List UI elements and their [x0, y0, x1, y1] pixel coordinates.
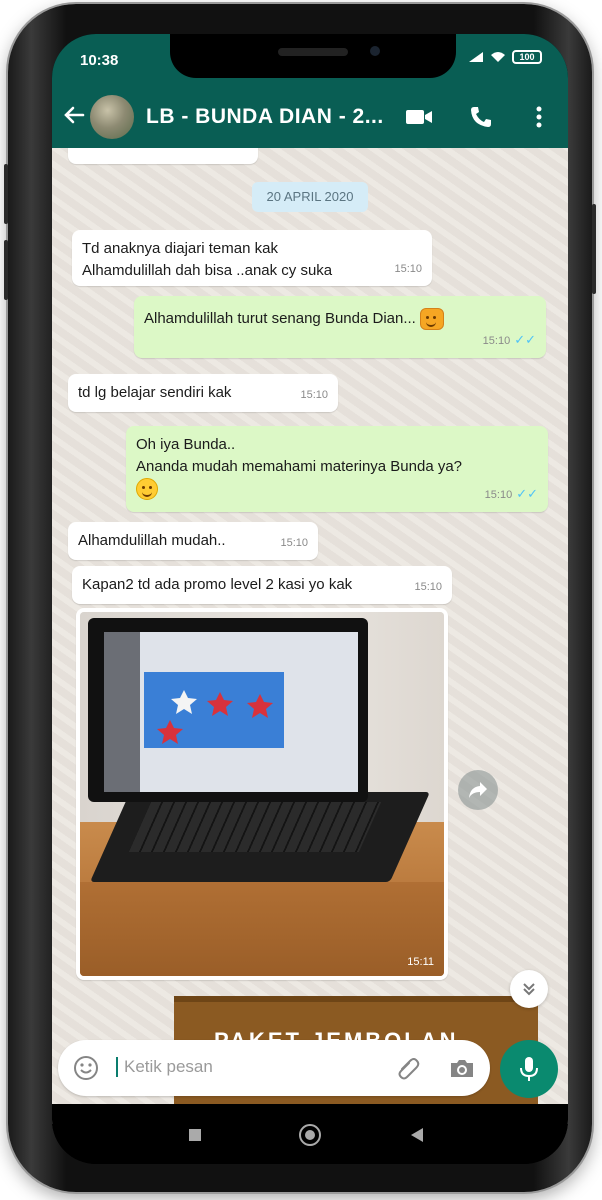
message-time: 15:10	[394, 263, 422, 275]
earpiece	[278, 48, 348, 56]
status-time: 10:38	[80, 52, 119, 69]
image-message[interactable]: 15:11	[76, 608, 448, 980]
laptop-display-panel	[144, 672, 284, 748]
double-check-icon: ✓✓	[516, 486, 538, 501]
message-text: Alhamdulillah mudah..	[78, 532, 226, 549]
message-text: Kapan2 td ada promo level 2 kasi yo kak	[82, 576, 353, 593]
photo-desk-edge	[80, 882, 444, 976]
message-text: Ananda mudah memahami materinya Bunda ya…	[136, 458, 463, 475]
forward-icon[interactable]	[458, 770, 498, 810]
phone-screen: 10:38 100 LB - BUNDA DIAN - 2... 20 APRI…	[52, 34, 568, 1164]
chevron-double-down-icon[interactable]	[510, 970, 548, 1008]
message-time: 15:10 ✓✓	[485, 483, 538, 506]
phone-frame: 10:38 100 LB - BUNDA DIAN - 2... 20 APRI…	[4, 4, 596, 1192]
message-input-container[interactable]: Ketik pesan	[58, 1040, 490, 1096]
wifi-icon	[491, 52, 505, 62]
front-camera	[370, 46, 380, 56]
signal-icon	[469, 52, 483, 62]
phone-call-icon[interactable]	[466, 102, 496, 132]
laptop-keyboard	[128, 802, 382, 852]
message-time: 15:10	[300, 389, 328, 401]
chat-title[interactable]: LB - BUNDA DIAN - 2...	[146, 105, 396, 129]
status-icons: 100	[468, 50, 542, 64]
date-chip: 20 APRIL 2020	[252, 182, 368, 212]
volume-down-button	[4, 240, 8, 300]
message-in[interactable]: td lg belajar sendiri kak 15:10	[68, 374, 338, 412]
message-in[interactable]: Td anaknya diajari teman kak Alhamdulill…	[72, 230, 432, 286]
laptop-display-sidebar	[104, 632, 140, 792]
grinning-emoji-icon	[420, 308, 445, 331]
camera-icon[interactable]	[448, 1054, 476, 1087]
back-nav-icon[interactable]	[404, 1122, 430, 1148]
message-out[interactable]: Alhamdulillah turut senang Bunda Dian...…	[134, 296, 546, 358]
message-out[interactable]: Oh iya Bunda.. Ananda mudah memahami mat…	[126, 426, 548, 512]
volume-up-button	[4, 164, 8, 224]
message-time-text: 15:10	[482, 335, 511, 347]
back-arrow-icon[interactable]	[58, 102, 90, 133]
message-time: 15:10	[280, 537, 308, 549]
message-time: 15:11	[407, 956, 434, 968]
home-icon[interactable]	[297, 1122, 323, 1148]
laptop-lid	[88, 618, 368, 802]
paperclip-icon[interactable]	[394, 1054, 422, 1087]
emoji-icon[interactable]	[72, 1054, 100, 1087]
message-time: 15:10 ✓✓	[483, 329, 536, 352]
message-time: 15:10	[414, 581, 442, 593]
chat-area[interactable]: 20 APRIL 2020 Td anaknya diajari teman k…	[52, 148, 568, 1124]
navigation-bar	[52, 1104, 568, 1164]
message-bubble-partial	[68, 148, 258, 164]
message-text: td lg belajar sendiri kak	[78, 384, 232, 401]
message-time-text: 15:10	[484, 489, 513, 501]
power-button	[592, 204, 596, 294]
message-text: Td anaknya diajari teman kak	[82, 240, 278, 257]
mic-icon[interactable]	[500, 1040, 558, 1098]
recents-icon[interactable]	[182, 1122, 208, 1148]
message-text: Alhamdulillah turut senang Bunda Dian...	[144, 310, 416, 327]
message-text: Oh iya Bunda..	[136, 436, 236, 453]
double-check-icon: ✓✓	[514, 332, 536, 347]
video-call-icon[interactable]	[404, 102, 434, 132]
chat-header: LB - BUNDA DIAN - 2...	[52, 86, 568, 148]
message-in[interactable]: Kapan2 td ada promo level 2 kasi yo kak …	[72, 566, 452, 604]
laptop-photo[interactable]: 15:11	[80, 612, 444, 976]
smile-emoji-icon	[136, 478, 158, 501]
message-text: Alhamdulillah dah bisa ..anak cy suka	[82, 262, 333, 279]
avatar[interactable]	[90, 95, 134, 139]
more-vert-icon[interactable]	[524, 102, 554, 132]
composer: Ketik pesan	[52, 1034, 568, 1104]
notch	[170, 34, 456, 78]
battery-icon: 100	[512, 50, 542, 64]
laptop-display	[104, 632, 358, 792]
message-input[interactable]: Ketik pesan	[116, 1057, 213, 1077]
message-in[interactable]: Alhamdulillah mudah.. 15:10	[68, 522, 318, 560]
